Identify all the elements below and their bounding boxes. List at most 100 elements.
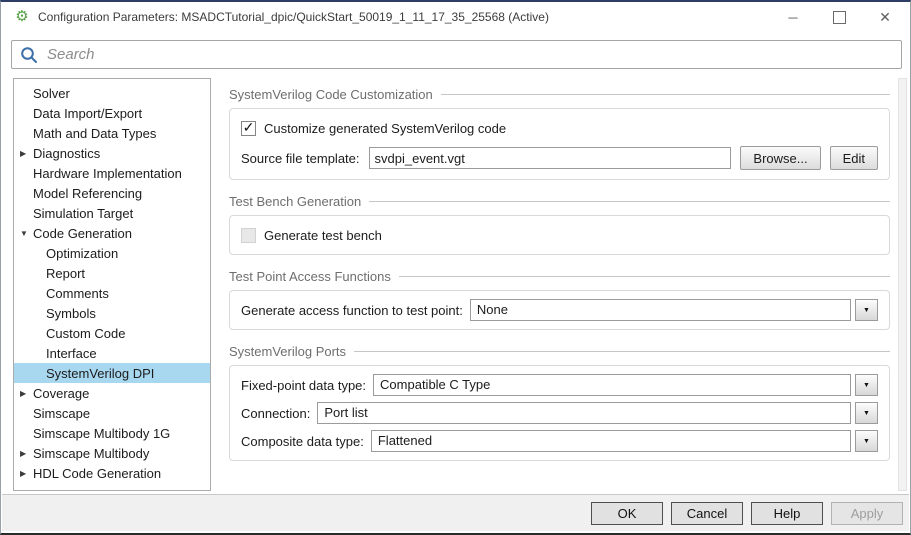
sidebar-item-custom-code[interactable]: Custom Code (14, 323, 210, 343)
sidebar-item-label: Code Generation (33, 226, 132, 241)
search-bar (11, 40, 902, 69)
sidebar-item-report[interactable]: Report (14, 263, 210, 283)
sidebar-item-math-and-data-types[interactable]: Math and Data Types (14, 123, 210, 143)
chevron-down-icon[interactable]: ▼ (20, 229, 33, 238)
chevron-right-icon[interactable]: ▶ (20, 389, 33, 398)
section-title: SystemVerilog Code Customization (229, 87, 433, 102)
sidebar-item-model-referencing[interactable]: Model Referencing (14, 183, 210, 203)
sidebar-item-label: Custom Code (46, 326, 125, 341)
sidebar-item-label: Model Referencing (33, 186, 142, 201)
sidebar-item-simscape-multibody-1g[interactable]: Simscape Multibody 1G (14, 423, 210, 443)
sidebar-item-label: Interface (46, 346, 97, 361)
sidebar-item-optimization[interactable]: Optimization (14, 243, 210, 263)
close-icon: ✕ (879, 9, 891, 26)
customize-code-label: Customize generated SystemVerilog code (264, 121, 506, 136)
sidebar-item-label: HDL Code Generation (33, 466, 161, 481)
sidebar-item-hardware-implementation[interactable]: Hardware Implementation (14, 163, 210, 183)
source-file-template-label: Source file template: (241, 151, 360, 166)
generate-test-bench-checkbox[interactable]: ✓ (241, 228, 256, 243)
generate-test-bench-label: Generate test bench (264, 228, 382, 243)
sidebar-item-label: Data Import/Export (33, 106, 142, 121)
sidebar-item-symbols[interactable]: Symbols (14, 303, 210, 323)
sidebar-item-label: Coverage (33, 386, 89, 401)
sidebar-item-data-import-export[interactable]: Data Import/Export (14, 103, 210, 123)
scrollbar-track[interactable] (898, 78, 907, 491)
customize-code-row: ✓ Customize generated SystemVerilog code (241, 117, 878, 139)
sidebar-item-hdl-code-generation[interactable]: ▶ HDL Code Generation (14, 463, 210, 483)
sidebar-item-simulation-target[interactable]: Simulation Target (14, 203, 210, 223)
generate-test-bench-row: ✓ Generate test bench (241, 224, 878, 246)
main-panel: SystemVerilog Code Customization ✓ Custo… (229, 86, 890, 474)
group-systemverilog-ports: Fixed-point data type: Compatible C Type… (229, 365, 890, 461)
test-point-access-combo: None ▼ (470, 299, 878, 321)
connection-row: Connection: Port list ▼ (241, 402, 878, 424)
composite-data-type-dropdown-button[interactable]: ▼ (855, 430, 878, 452)
chevron-down-icon: ▼ (863, 307, 870, 314)
fixed-point-data-type-row: Fixed-point data type: Compatible C Type… (241, 374, 878, 396)
close-button[interactable]: ✕ (862, 2, 908, 32)
section-title: Test Bench Generation (229, 194, 361, 209)
sidebar-item-label: Math and Data Types (33, 126, 156, 141)
search-input[interactable] (45, 45, 893, 64)
apply-button[interactable]: Apply (831, 502, 903, 525)
fixed-point-data-type-dropdown-button[interactable]: ▼ (855, 374, 878, 396)
search-icon (20, 46, 38, 64)
chevron-right-icon[interactable]: ▶ (20, 469, 33, 478)
sidebar-item-simscape-multibody[interactable]: ▶ Simscape Multibody (14, 443, 210, 463)
chevron-right-icon[interactable]: ▶ (20, 149, 33, 158)
section-header-test-point-access-functions: Test Point Access Functions (229, 268, 890, 284)
section-header-systemverilog-code-customization: SystemVerilog Code Customization (229, 86, 890, 102)
chevron-down-icon: ▼ (863, 438, 870, 445)
ok-button[interactable]: OK (591, 502, 663, 525)
sidebar-item-label: Report (46, 266, 85, 281)
sidebar-item-code-generation[interactable]: ▼ Code Generation (14, 223, 210, 243)
test-point-access-value[interactable]: None (470, 299, 851, 321)
sidebar-item-label: Simscape (33, 406, 90, 421)
chevron-down-icon: ▼ (863, 410, 870, 417)
sidebar-item-interface[interactable]: Interface (14, 343, 210, 363)
sidebar-item-diagnostics[interactable]: ▶ Diagnostics (14, 143, 210, 163)
composite-data-type-label: Composite data type: (241, 434, 364, 449)
sidebar-item-simscape[interactable]: Simscape (14, 403, 210, 423)
section-title: SystemVerilog Ports (229, 344, 346, 359)
source-file-template-input[interactable] (369, 147, 732, 169)
sidebar-item-label: Simulation Target (33, 206, 133, 221)
sidebar-item-label: Diagnostics (33, 146, 100, 161)
connection-label: Connection: (241, 406, 310, 421)
sidebar-item-coverage[interactable]: ▶ Coverage (14, 383, 210, 403)
check-icon: ✓ (243, 120, 255, 134)
test-point-access-row: Generate access function to test point: … (241, 299, 878, 321)
minimize-button[interactable]: ─ (770, 2, 816, 32)
sidebar-item-comments[interactable]: Comments (14, 283, 210, 303)
chevron-right-icon[interactable]: ▶ (20, 449, 33, 458)
sidebar-item-label: Simscape Multibody 1G (33, 426, 170, 441)
sidebar-item-systemverilog-dpi[interactable]: SystemVerilog DPI (14, 363, 210, 383)
title-bar[interactable]: ⚙ Configuration Parameters: MSADCTutoria… (1, 2, 910, 32)
browse-button[interactable]: Browse... (740, 146, 820, 170)
fixed-point-data-type-value[interactable]: Compatible C Type (373, 374, 851, 396)
sidebar-item-label: Solver (33, 86, 70, 101)
connection-value[interactable]: Port list (317, 402, 851, 424)
group-test-point-access-functions: Generate access function to test point: … (229, 290, 890, 330)
source-file-template-row: Source file template: Browse... Edit (241, 146, 878, 170)
sidebar-item-solver[interactable]: Solver (14, 83, 210, 103)
minimize-icon: ─ (788, 10, 797, 25)
help-button[interactable]: Help (751, 502, 823, 525)
customize-code-checkbox[interactable]: ✓ (241, 121, 256, 136)
section-title: Test Point Access Functions (229, 269, 391, 284)
test-point-access-dropdown-button[interactable]: ▼ (855, 299, 878, 321)
maximize-button[interactable] (816, 2, 862, 32)
group-systemverilog-code-customization: ✓ Customize generated SystemVerilog code… (229, 108, 890, 180)
composite-data-type-value[interactable]: Flattened (371, 430, 851, 452)
connection-combo: Port list ▼ (317, 402, 878, 424)
configuration-parameters-icon: ⚙ (13, 8, 31, 26)
cancel-button[interactable]: Cancel (671, 502, 743, 525)
edit-button[interactable]: Edit (830, 146, 878, 170)
connection-dropdown-button[interactable]: ▼ (855, 402, 878, 424)
sidebar-item-label: SystemVerilog DPI (46, 366, 154, 381)
test-point-access-label: Generate access function to test point: (241, 303, 463, 318)
sidebar-item-label: Comments (46, 286, 109, 301)
group-test-bench-generation: ✓ Generate test bench (229, 215, 890, 255)
fixed-point-data-type-label: Fixed-point data type: (241, 378, 366, 393)
sidebar-item-label: Symbols (46, 306, 96, 321)
